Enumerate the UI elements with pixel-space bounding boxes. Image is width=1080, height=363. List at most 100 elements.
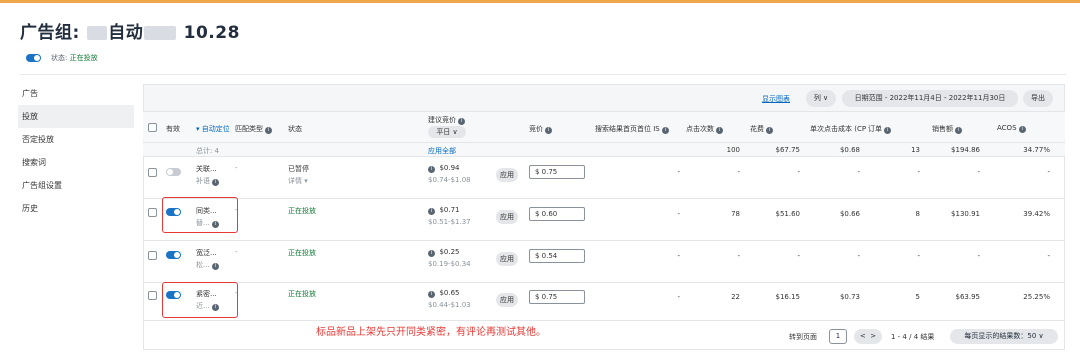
table-row	[143, 241, 1065, 283]
page-number-input[interactable]: 1	[829, 329, 847, 344]
row-status: 正在投放	[288, 207, 316, 215]
table-row	[143, 157, 1065, 199]
col-match-type: 匹配类型 i	[235, 124, 273, 134]
targeting-name: 关联...	[196, 165, 217, 173]
info-icon: i	[955, 127, 963, 134]
match-type: -	[235, 248, 238, 256]
targeting-sub: 松... i	[196, 260, 219, 270]
page-title: 广告组: 自动 10.28	[20, 23, 240, 43]
sidebar-item-negative-targeting[interactable]: 否定投放	[18, 128, 134, 151]
ad-group-status: 状态: 正在投放	[26, 53, 98, 63]
chevron-left-icon: <	[859, 332, 866, 340]
suggested-bid: i $0.25	[428, 248, 460, 257]
info-icon: i	[458, 118, 466, 125]
total-acos: 34.77%	[1023, 146, 1050, 154]
highlight-box	[162, 197, 238, 233]
columns-button[interactable]: 列 ∨	[806, 90, 836, 107]
col-suggested-bid: 建议竞价 i	[428, 115, 466, 125]
status-details-dropdown[interactable]: 详情 ▾	[288, 176, 308, 186]
bid-input[interactable]: $ 0.60	[529, 207, 585, 221]
bid-input[interactable]: $ 0.54	[529, 249, 585, 263]
red-annotation-note: 标品新品上架先只开同类紧密，有评论再测试其他。	[316, 327, 546, 338]
status-value: 正在投放	[69, 54, 98, 62]
select-all-checkbox[interactable]	[148, 123, 157, 132]
suggested-bid-range: $0.74-$1.08	[428, 176, 471, 184]
row-checkbox[interactable]	[148, 291, 157, 300]
acos: -	[1047, 168, 1050, 176]
total-sales: $194.86	[951, 146, 980, 154]
acos: 25.25%	[1023, 293, 1050, 301]
redacted-text	[144, 26, 177, 40]
info-icon: i	[716, 127, 724, 134]
bid-input[interactable]: $ 0.75	[529, 165, 585, 179]
info-icon: i	[212, 179, 220, 186]
info-icon: i	[545, 127, 553, 134]
per-page-dropdown[interactable]: 每页显示的结果数：50 ∨	[950, 329, 1058, 344]
suggested-bid-range: $0.51-$1.37	[428, 218, 471, 226]
row-status: 正在投放	[288, 290, 316, 298]
apply-bid-button[interactable]: 应用	[496, 168, 518, 182]
apply-bid-button[interactable]: 应用	[496, 252, 518, 266]
targeting-sub: 补语 i	[196, 176, 220, 186]
col-cpc: 单次点击成本 (CPC)	[810, 125, 866, 133]
info-icon: i	[428, 291, 435, 298]
sidebar-item-ad-group-settings[interactable]: 广告组设置	[18, 174, 134, 197]
suggested-bid-range: $0.44-$1.03	[428, 301, 471, 309]
bid-mode-dropdown[interactable]: 平日 ∨	[428, 126, 466, 138]
suggested-bid-range: $0.19-$0.34	[428, 260, 471, 268]
info-icon: i	[265, 127, 273, 134]
info-icon: i	[428, 166, 435, 173]
top-accent-line	[0, 0, 1080, 3]
suggested-bid: i $0.65	[428, 289, 460, 298]
apply-all-link[interactable]: 应用全部	[428, 146, 456, 156]
sidebar-item-targeting[interactable]: 投放	[18, 105, 134, 128]
acos: 39.42%	[1023, 210, 1050, 218]
col-acos: ACOS i	[997, 124, 1026, 133]
info-icon: i	[428, 208, 435, 215]
col-status: 状态	[288, 125, 302, 133]
pagination-range: 1 - 4 / 4 结果	[891, 333, 935, 341]
page-nav-buttons[interactable]: < >	[854, 329, 882, 344]
col-spend: 花费 i	[750, 124, 774, 134]
col-active: 有效	[166, 125, 180, 133]
date-range-button[interactable]: 日期范围 - 2022年11月4日 - 2022年11月30日	[842, 90, 1018, 107]
row-active-toggle[interactable]	[166, 251, 181, 259]
row-checkbox[interactable]	[148, 208, 157, 217]
goto-page-label: 转到页面	[789, 333, 817, 341]
sales: $130.91	[951, 210, 980, 218]
info-icon: i	[661, 127, 669, 134]
sidebar-item-ads[interactable]: 广告	[18, 82, 134, 105]
row-checkbox[interactable]	[148, 168, 157, 177]
acos: -	[1047, 252, 1050, 260]
info-icon: i	[884, 127, 892, 134]
match-type: -	[235, 164, 238, 172]
col-sales: 销售额 i	[932, 124, 963, 134]
col-clicks: 点击次数 i	[686, 124, 724, 134]
row-status: 正在投放	[288, 249, 316, 257]
info-icon: i	[1018, 126, 1026, 133]
ad-group-toggle[interactable]	[26, 54, 41, 62]
info-icon: i	[766, 127, 774, 134]
suggested-bid: i $0.71	[428, 206, 460, 215]
col-top-of-search: 搜索结果首页首位 IS i	[595, 124, 669, 134]
total-count: 总计: 4	[196, 147, 220, 155]
sidebar-item-history[interactable]: 历史	[18, 197, 134, 220]
header-divider	[20, 74, 1066, 75]
redacted-text	[87, 26, 108, 40]
targeting-name: 宽泛...	[196, 249, 217, 257]
col-bid: 竞价 i	[529, 124, 553, 134]
sales: -	[977, 252, 980, 260]
bid-input[interactable]: $ 0.75	[529, 290, 585, 304]
sidebar-item-search-terms[interactable]: 搜索词	[18, 151, 134, 174]
row-active-toggle[interactable]	[166, 168, 181, 176]
row-checkbox[interactable]	[148, 251, 157, 260]
col-auto-targeting[interactable]: ▾ 自动定位	[196, 124, 230, 134]
apply-bid-button[interactable]: 应用	[496, 293, 518, 307]
table-row	[143, 199, 1065, 241]
info-icon: i	[428, 250, 435, 257]
apply-bid-button[interactable]: 应用	[496, 210, 518, 224]
show-chart-link[interactable]: 显示图表	[762, 94, 790, 104]
col-orders: 订单 i	[868, 124, 892, 134]
highlight-box	[162, 282, 238, 318]
export-button[interactable]: 导出	[1023, 90, 1053, 107]
